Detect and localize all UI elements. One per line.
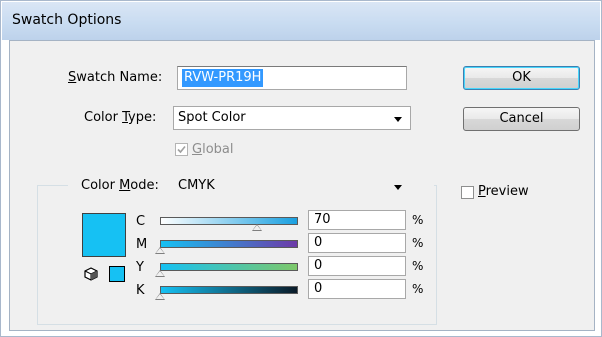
channel-value-c[interactable]: 70 <box>308 210 406 230</box>
web-safe-swatch[interactable] <box>109 266 125 282</box>
global-label: Global <box>192 142 234 157</box>
channel-value-y[interactable]: 0 <box>308 256 406 276</box>
slider-thumb-c[interactable] <box>251 224 262 231</box>
color-mode-select[interactable]: CMYK <box>173 174 411 198</box>
swatch-options-dialog: Swatch Options Swatch Name: RVW-PR19H Co… <box>0 0 602 337</box>
dialog-client-area: Swatch Name: RVW-PR19H Color Type: Spot … <box>9 40 595 331</box>
channel-label-k: K <box>136 283 145 298</box>
channel-slider-m[interactable] <box>160 240 298 248</box>
color-mode-label: Color Mode: <box>81 178 159 193</box>
checkmark-icon <box>177 145 186 154</box>
channel-slider-y[interactable] <box>160 263 298 271</box>
swatch-name-value: RVW-PR19H <box>182 69 264 87</box>
preview-label: Preview <box>478 184 529 199</box>
color-mode-value: CMYK <box>178 178 215 193</box>
channel-value-k[interactable]: 0 <box>308 279 406 299</box>
channel-label-m: M <box>136 237 148 252</box>
channel-value-m[interactable]: 0 <box>308 233 406 253</box>
percent-label: % <box>412 259 424 273</box>
percent-label: % <box>412 236 424 250</box>
slider-thumb-y[interactable] <box>155 270 165 277</box>
swatch-name-label: Swatch Name: <box>68 70 163 85</box>
preview-checkbox[interactable] <box>461 186 474 199</box>
global-checkbox[interactable] <box>175 143 188 156</box>
color-swatch-preview <box>82 213 126 257</box>
color-type-label: Color Type: <box>84 110 157 125</box>
dialog-title: Swatch Options <box>12 12 122 28</box>
cube-icon <box>84 267 98 281</box>
swatch-name-field[interactable]: RVW-PR19H <box>177 66 407 90</box>
ok-button[interactable]: OK <box>463 66 580 90</box>
chevron-down-icon <box>394 117 402 122</box>
channel-slider-k[interactable] <box>160 286 298 294</box>
cancel-button[interactable]: Cancel <box>463 107 580 131</box>
title-bar[interactable]: Swatch Options <box>2 2 600 40</box>
color-type-select[interactable]: Spot Color <box>173 106 411 130</box>
channel-label-y: Y <box>136 260 144 275</box>
color-type-value: Spot Color <box>178 110 246 125</box>
chevron-down-icon <box>394 185 402 190</box>
channel-slider-c[interactable] <box>160 217 298 225</box>
channel-label-c: C <box>136 214 146 229</box>
percent-label: % <box>412 213 424 227</box>
slider-thumb-m[interactable] <box>155 247 165 254</box>
swatch-name-label-text: watch Name: <box>76 70 163 85</box>
slider-thumb-k[interactable] <box>155 293 165 300</box>
percent-label: % <box>412 282 424 296</box>
